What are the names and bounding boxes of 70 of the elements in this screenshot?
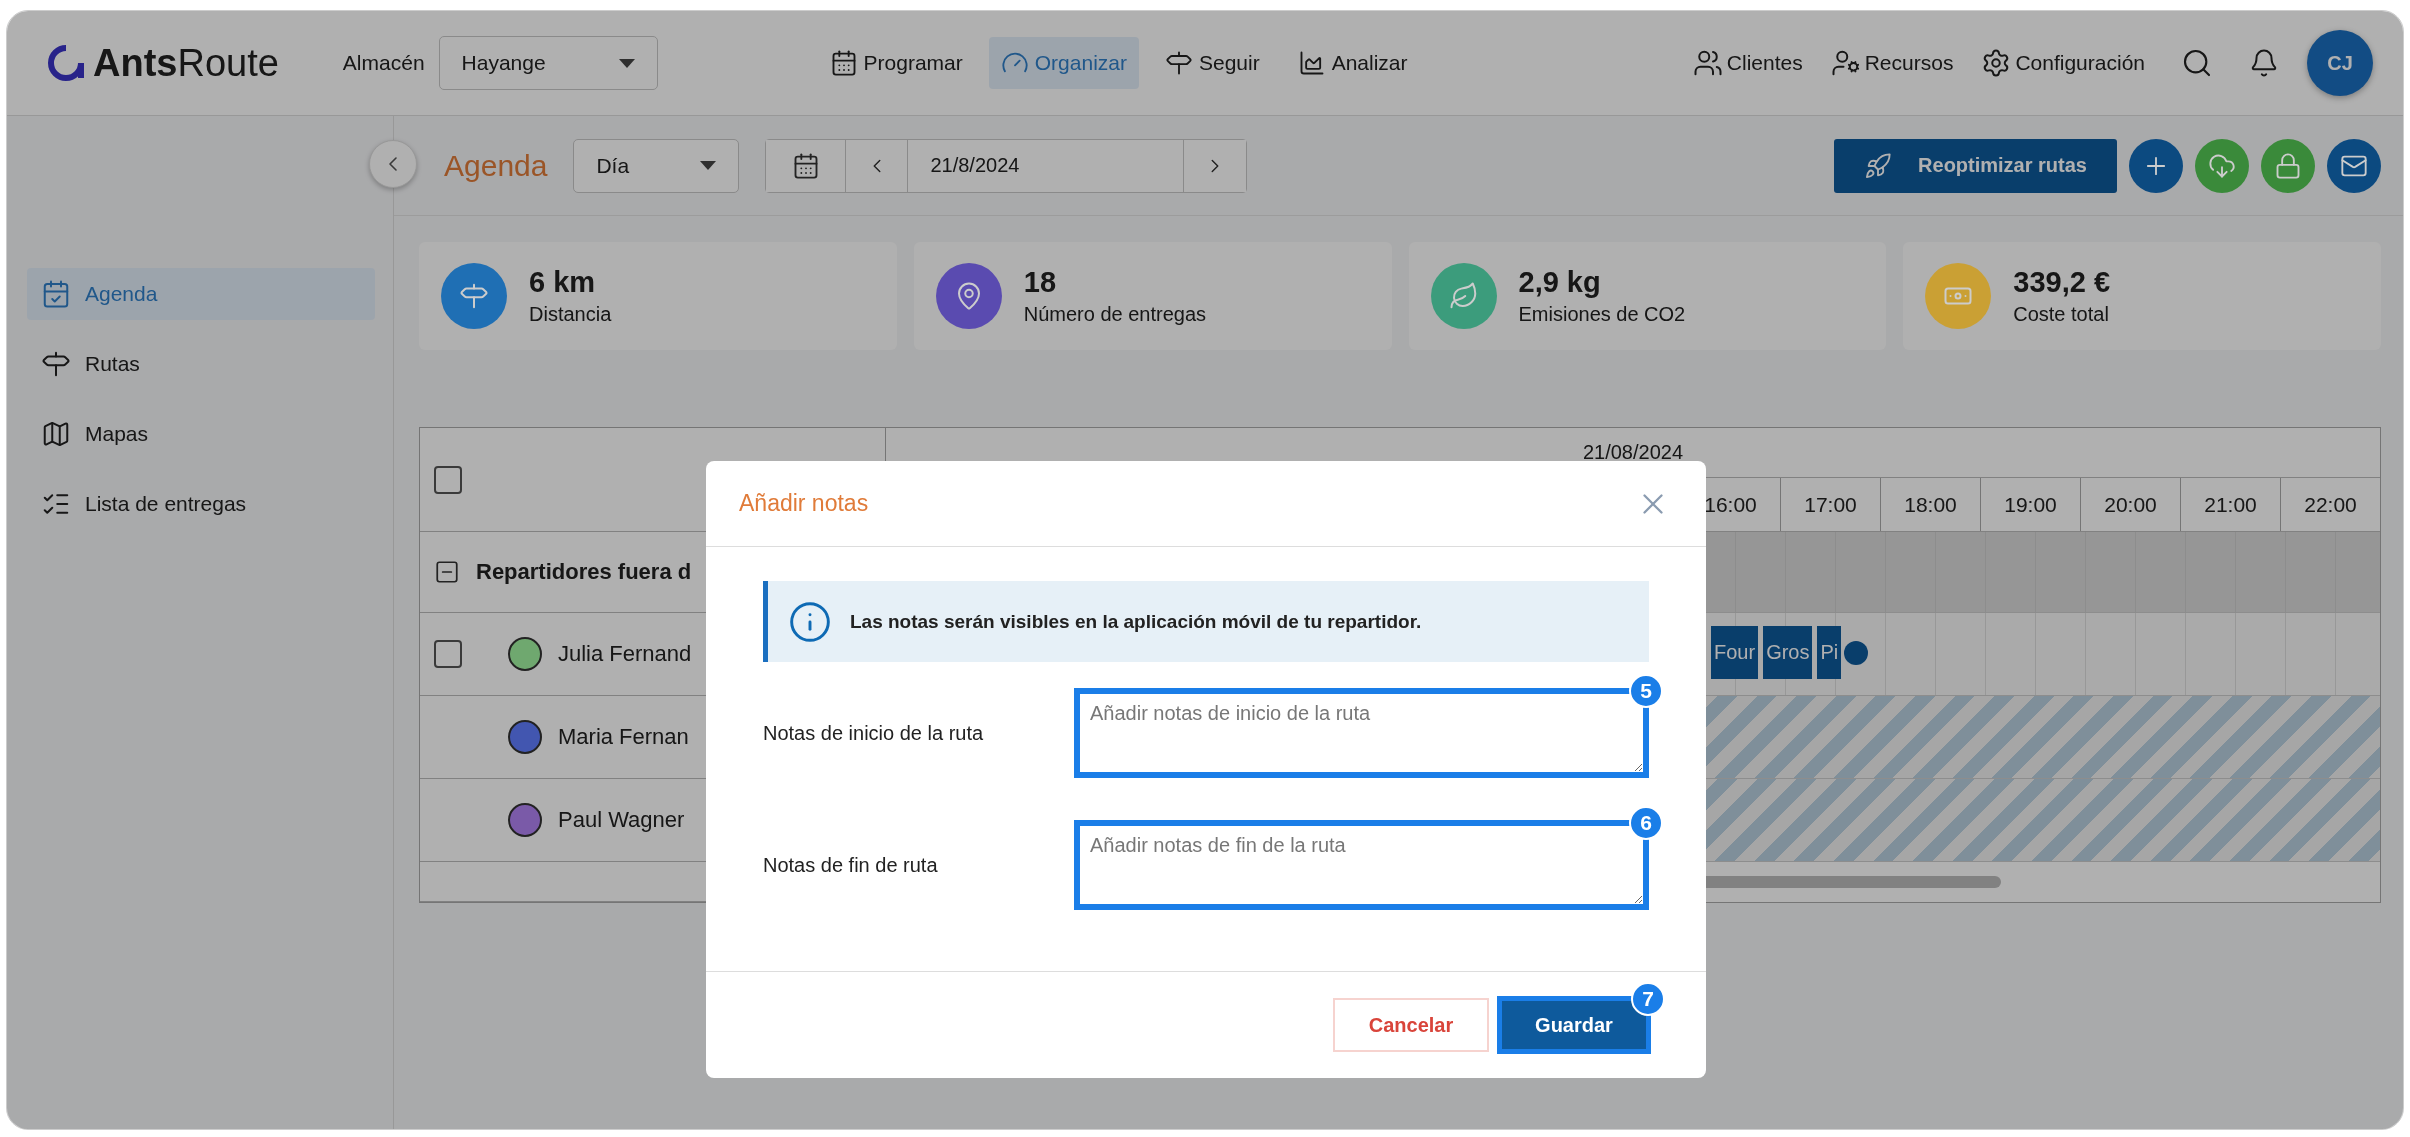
nav-link[interactable]: Clientes <box>1692 48 1803 78</box>
hour-header: 17:00 <box>1780 478 1880 531</box>
hour-header: 20:00 <box>2080 478 2180 531</box>
info-text: Las notas serán visibles en la aplicación móvil de tu repartidor. <box>850 610 1422 633</box>
road-sign-icon <box>459 281 489 311</box>
step-badge: 6 <box>1629 806 1663 840</box>
user-avatar[interactable]: CJ <box>2307 30 2373 96</box>
dialog-title: Añadir notas <box>739 490 869 517</box>
nav-tab[interactable]: Seguir <box>1152 37 1272 89</box>
rocket-icon <box>1864 151 1893 180</box>
view-select[interactable]: Día <box>573 138 740 193</box>
hour-header: 19:00 <box>1980 478 2080 531</box>
route-stop[interactable]: Gros <box>1763 626 1813 679</box>
stat-label: Coste total <box>2013 303 2110 326</box>
hour-header: 21:00 <box>2180 478 2280 531</box>
round-action-button[interactable] <box>2195 138 2249 193</box>
round-action-button[interactable] <box>2129 138 2183 193</box>
round-action-button[interactable] <box>2327 138 2381 193</box>
bell-icon <box>2249 48 2279 78</box>
caret-icon <box>618 58 635 68</box>
stat-value: 2,9 kg <box>1518 266 1602 299</box>
checkbox[interactable] <box>434 640 462 668</box>
checkbox[interactable] <box>434 465 462 494</box>
stat-label: Número de entregas <box>1023 303 1207 326</box>
reoptimize-button[interactable]: Reoptimizar rutas <box>1834 138 2117 193</box>
leaf-icon <box>1448 281 1479 311</box>
search-icon <box>2181 47 2213 79</box>
driver-name: Julia Fernand <box>558 641 692 667</box>
warehouse-select[interactable]: Hayange <box>438 36 658 90</box>
collapse-sidebar-button[interactable] <box>369 140 417 188</box>
logo-icon <box>47 44 85 82</box>
stat-value: 6 km <box>529 266 597 299</box>
calendar-check-icon <box>41 279 71 309</box>
caret-icon <box>700 161 717 170</box>
cancel-button[interactable]: Cancelar <box>1333 998 1489 1052</box>
signpost-icon <box>1164 49 1193 77</box>
nav-link[interactable]: Recursos <box>1830 48 1954 78</box>
hour-header: 18:00 <box>1880 478 1980 531</box>
hour-header: 22:00 <box>2280 478 2380 531</box>
user-gear-icon <box>1830 48 1861 78</box>
page-title: Agenda <box>444 148 548 183</box>
stat-label: Distancia <box>529 303 612 326</box>
step-badge: 7 <box>1631 982 1665 1016</box>
stat-value: 18 <box>1023 266 1057 299</box>
info-icon <box>788 599 832 644</box>
users-icon <box>1692 48 1723 78</box>
stat-label: Emisiones de CO2 <box>1518 303 1686 326</box>
driver-name: Maria Fernan <box>558 724 689 750</box>
calendar-button[interactable] <box>766 139 847 192</box>
field-label: Notas de inicio de la ruta <box>763 721 985 745</box>
sidebar-item[interactable]: Rutas <box>27 338 375 390</box>
warehouse-label: Almacén <box>342 51 425 75</box>
group-label: Repartidores fuera d <box>476 559 692 585</box>
nav-tab[interactable]: Programar <box>817 37 975 89</box>
round-action-button[interactable] <box>2261 138 2315 193</box>
nav-link[interactable]: Configuración <box>1981 48 2145 78</box>
nav-tab[interactable]: Analizar <box>1285 37 1420 89</box>
sidebar-item[interactable]: Lista de entregas <box>27 478 375 530</box>
route-end-dot <box>1844 640 1869 665</box>
route-stop[interactable]: Pi <box>1817 626 1842 679</box>
step-badge: 5 <box>1629 674 1663 708</box>
logo-text: AntsRoute <box>93 41 279 85</box>
map-icon <box>41 419 71 449</box>
driver-name: Paul Wagner <box>558 807 685 833</box>
road-sign-icon <box>41 349 71 379</box>
field-label: Notas de fin de ruta <box>763 853 939 877</box>
route-stop[interactable]: Four <box>1711 626 1759 679</box>
sidebar-item[interactable]: Mapas <box>27 408 375 460</box>
stat-value: 339,2 € <box>2013 266 2110 299</box>
lock-icon <box>2274 151 2302 180</box>
